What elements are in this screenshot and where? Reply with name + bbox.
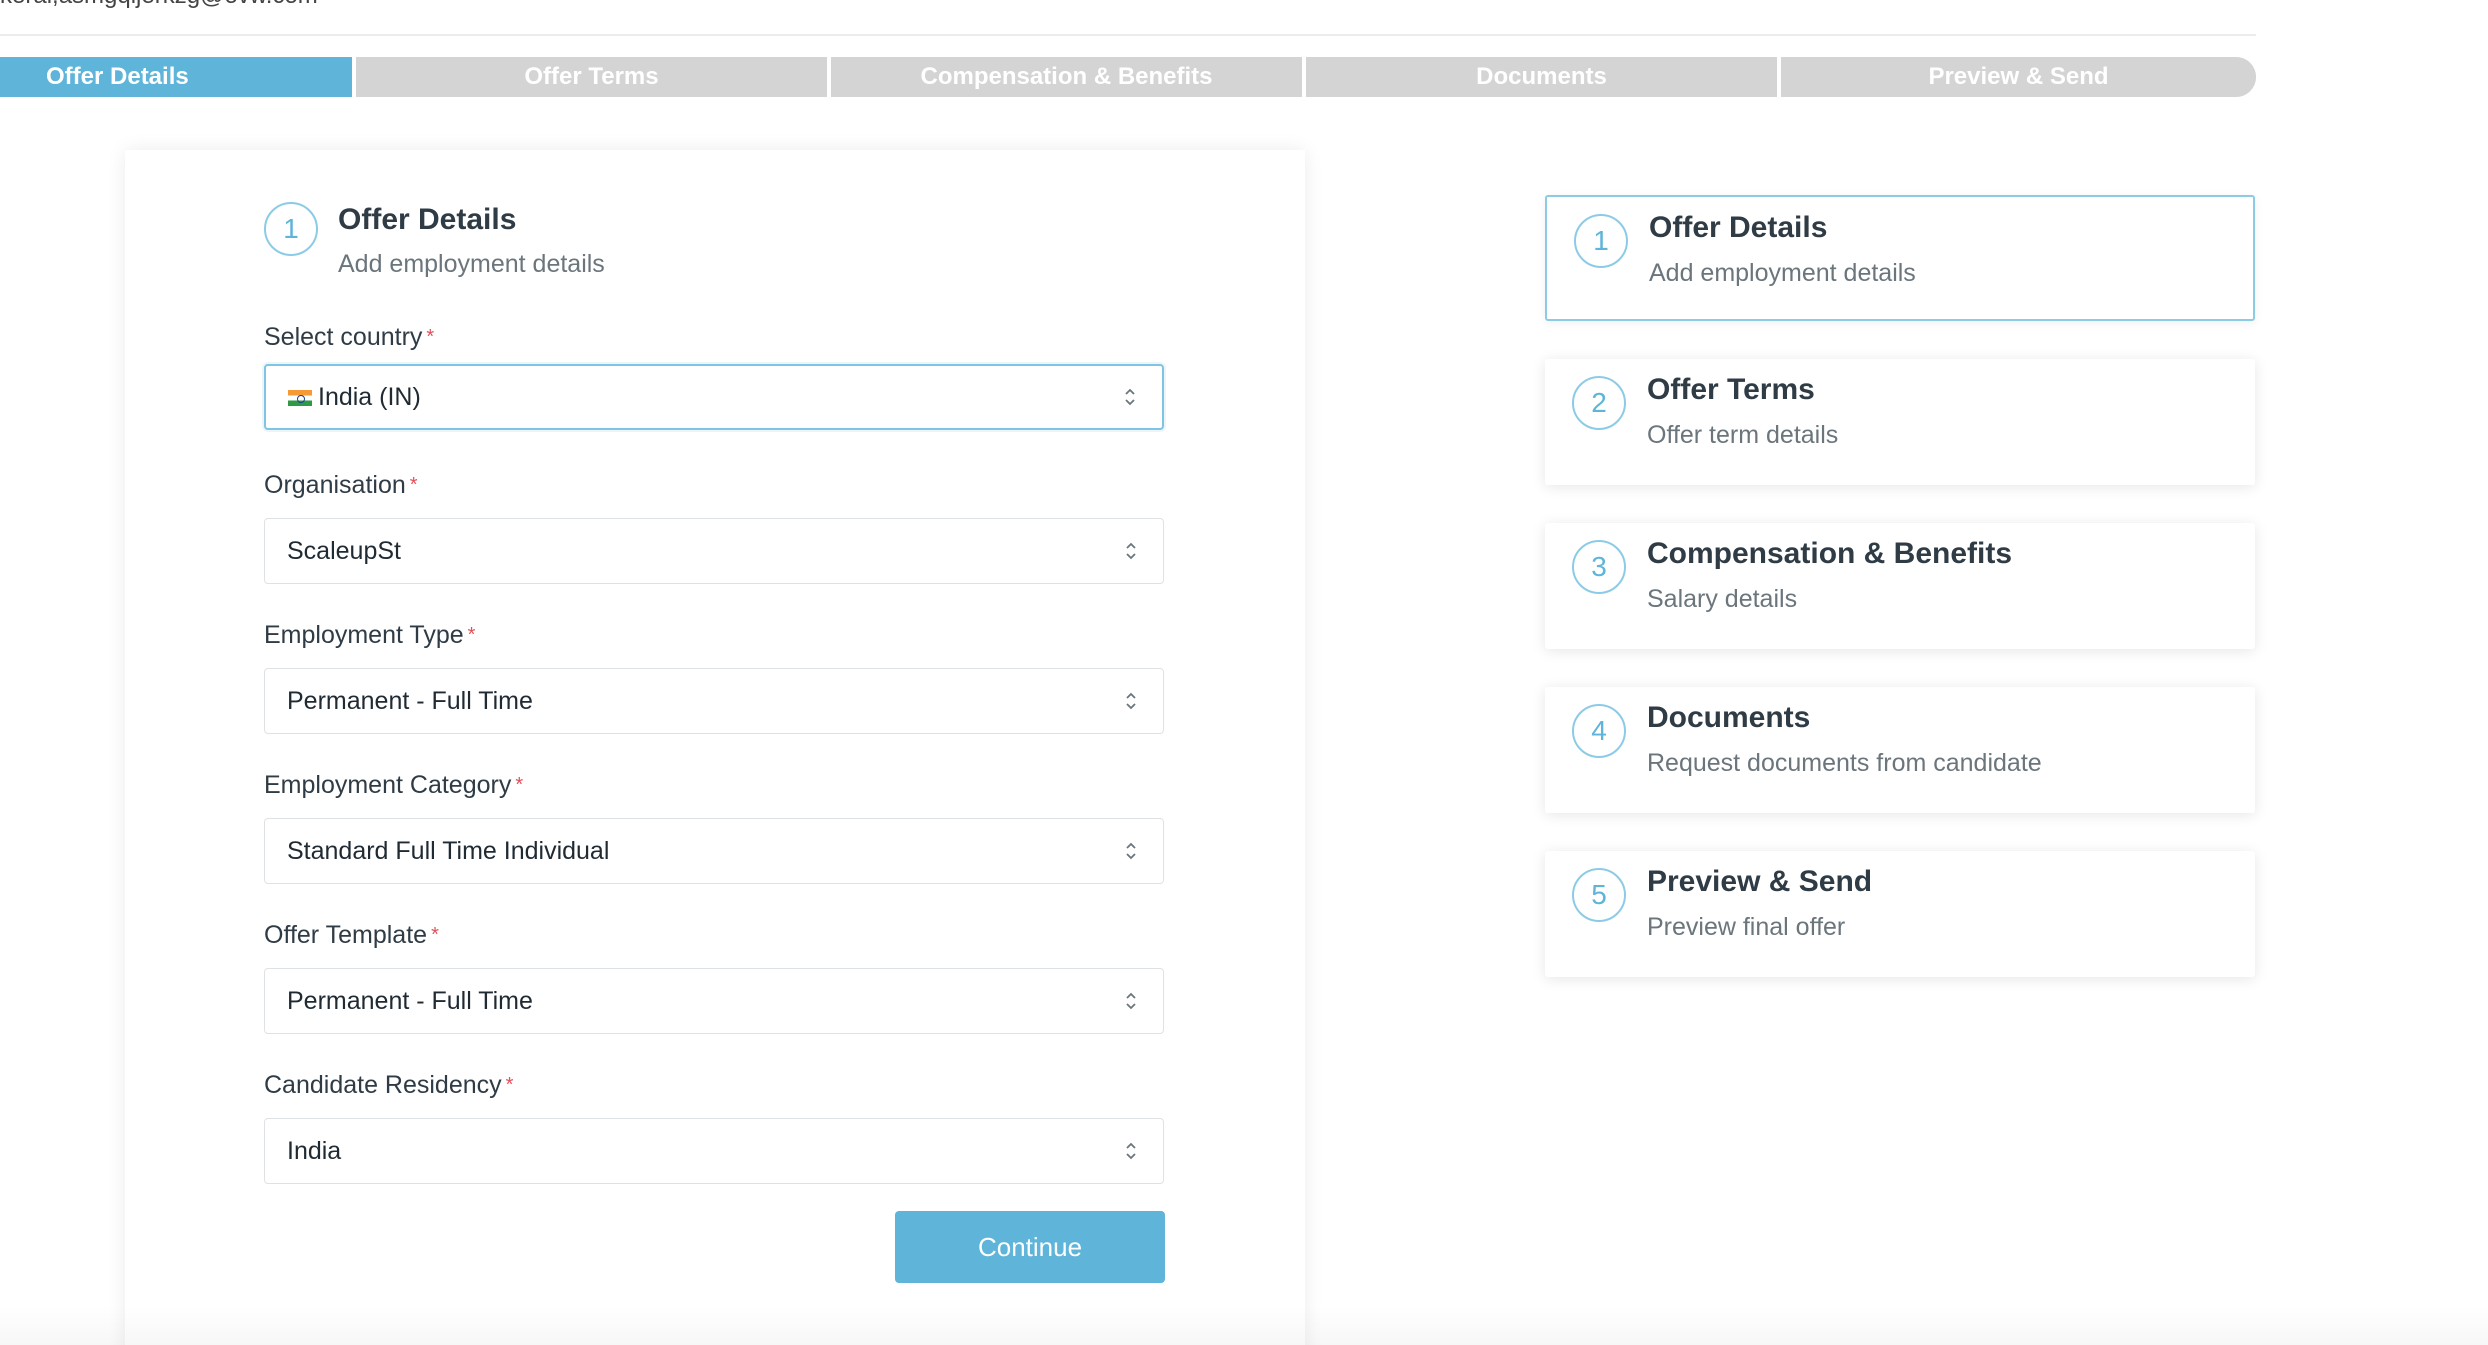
chevron-up-down-icon: [1120, 382, 1140, 412]
chevron-up-down-icon: [1121, 836, 1141, 866]
header-divider: [0, 34, 2256, 36]
country-field: Select country * India (IN): [264, 322, 1164, 430]
organisation-select[interactable]: ScaleupSt: [264, 518, 1164, 584]
employment-category-field: Employment Category * Standard Full Time …: [264, 770, 1164, 884]
required-marker: *: [515, 774, 524, 796]
step-number-badge: 2: [1572, 376, 1626, 430]
offer-template-field: Offer Template * Permanent - Full Time: [264, 920, 1164, 1034]
bottom-shade: [0, 1305, 2488, 1345]
step-number-badge: 1: [264, 202, 318, 256]
india-flag-icon: [288, 389, 312, 406]
employment-category-label: Employment Category: [264, 771, 512, 799]
chevron-up-down-icon: [1121, 986, 1141, 1016]
required-marker: *: [426, 326, 435, 348]
employment-type-field: Employment Type * Permanent - Full Time: [264, 620, 1164, 734]
sidebar-step-title: Offer Terms: [1647, 373, 1815, 406]
form-title: Offer Details: [338, 203, 517, 236]
offer-template-label: Offer Template: [264, 921, 428, 949]
progress-bar: Offer Details Offer Terms Compensation &…: [0, 57, 2256, 97]
form-step-header: 1 Offer Details Add employment details: [264, 202, 605, 280]
employment-type-select[interactable]: Permanent - Full Time: [264, 668, 1164, 734]
step-number-badge: 4: [1572, 704, 1626, 758]
chevron-up-down-icon: [1121, 536, 1141, 566]
required-marker: *: [431, 924, 439, 946]
offer-template-select[interactable]: Permanent - Full Time: [264, 968, 1164, 1034]
employment-type-label: Employment Type: [264, 621, 464, 649]
progress-step-offer-terms[interactable]: Offer Terms: [356, 57, 831, 97]
required-marker: *: [467, 624, 476, 646]
progress-step-offer-details[interactable]: Offer Details: [0, 57, 356, 97]
sidebar-step-compensation-benefits[interactable]: 3 Compensation & Benefits Salary details: [1545, 523, 2255, 649]
sidebar-step-subtitle: Salary details: [1647, 585, 1798, 613]
sidebar-step-subtitle: Request documents from candidate: [1647, 749, 2042, 777]
sidebar-step-offer-details[interactable]: 1 Offer Details Add employment details: [1545, 195, 2255, 321]
employment-category-select-value: Standard Full Time Individual: [287, 836, 610, 865]
sidebar-step-title: Offer Details: [1649, 211, 1828, 244]
form-subtitle: Add employment details: [338, 250, 605, 278]
offer-wizard-page: kerai,asmgqijerkzg@ovw.com Offer Details…: [0, 0, 2488, 1345]
continue-button[interactable]: Continue: [895, 1211, 1165, 1283]
progress-step-compensation-benefits[interactable]: Compensation & Benefits: [831, 57, 1306, 97]
employment-type-select-value: Permanent - Full Time: [287, 686, 533, 715]
step-number-badge: 5: [1572, 868, 1626, 922]
step-number-badge: 3: [1572, 540, 1626, 594]
organisation-field: Organisation * ScaleupSt: [264, 470, 1164, 584]
organisation-select-value: ScaleupSt: [287, 536, 401, 565]
offer-template-select-value: Permanent - Full Time: [287, 986, 533, 1015]
sidebar-step-title: Preview & Send: [1647, 865, 1873, 898]
country-select-value: India (IN): [318, 382, 421, 411]
step-number-badge: 1: [1574, 214, 1628, 268]
sidebar-step-offer-terms[interactable]: 2 Offer Terms Offer term details: [1545, 359, 2255, 485]
sidebar-step-title: Documents: [1647, 701, 1811, 734]
required-marker: *: [505, 1074, 514, 1096]
sidebar-step-preview-send[interactable]: 5 Preview & Send Preview final offer: [1545, 851, 2255, 977]
chevron-up-down-icon: [1121, 686, 1141, 716]
progress-step-preview-send[interactable]: Preview & Send: [1781, 57, 2256, 97]
user-email-text: kerai,asmgqijerkzg@ovw.com: [0, 0, 318, 10]
chevron-up-down-icon: [1121, 1136, 1141, 1166]
required-marker: *: [409, 474, 418, 496]
sidebar-step-title: Compensation & Benefits: [1647, 537, 2013, 570]
sidebar-step-subtitle: Offer term details: [1647, 421, 1839, 449]
employment-category-select[interactable]: Standard Full Time Individual: [264, 818, 1164, 884]
candidate-residency-field: Candidate Residency * India: [264, 1070, 1164, 1184]
sidebar-step-documents[interactable]: 4 Documents Request documents from candi…: [1545, 687, 2255, 813]
country-label: Select country: [264, 323, 423, 351]
sidebar-step-subtitle: Add employment details: [1649, 259, 1916, 287]
progress-step-documents[interactable]: Documents: [1306, 57, 1781, 97]
organisation-label: Organisation: [264, 471, 406, 499]
candidate-residency-select-value: India: [287, 1136, 342, 1165]
candidate-residency-select[interactable]: India: [264, 1118, 1164, 1184]
candidate-residency-label: Candidate Residency: [264, 1071, 502, 1099]
sidebar-step-subtitle: Preview final offer: [1647, 913, 1846, 941]
offer-details-form-card: 1 Offer Details Add employment details S…: [125, 150, 1305, 1345]
country-select[interactable]: India (IN): [264, 364, 1164, 430]
